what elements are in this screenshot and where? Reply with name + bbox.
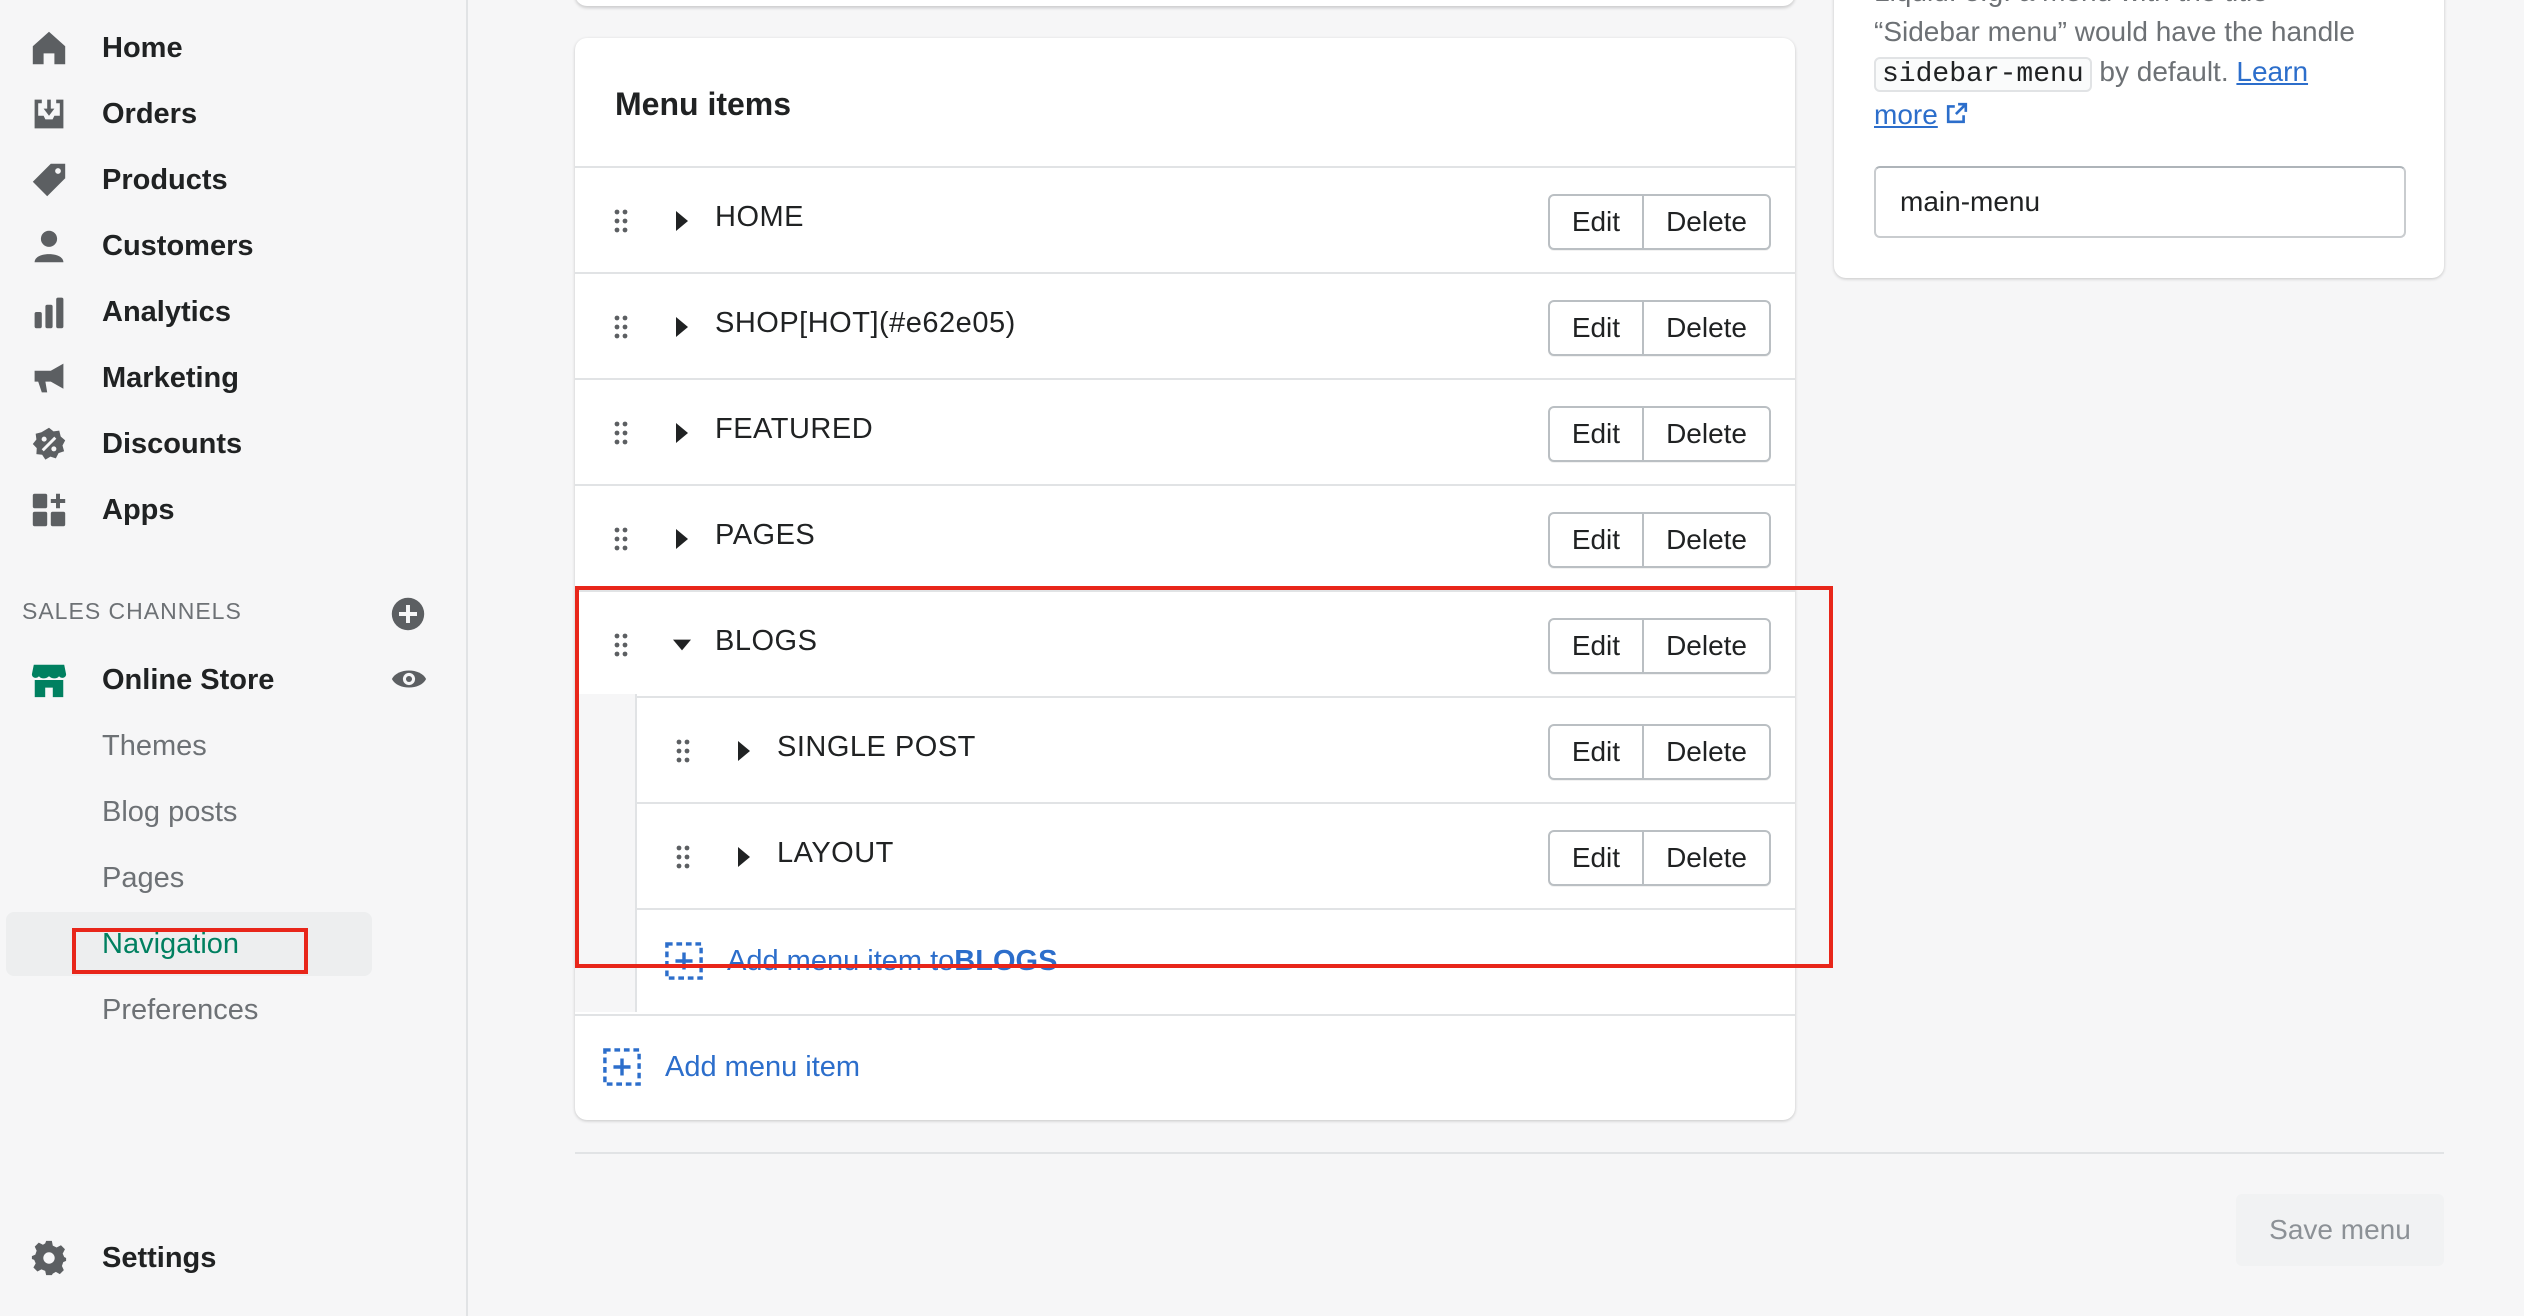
sidebar-item-marketing[interactable]: Marketing: [0, 348, 468, 408]
add-link-label: Add menu item: [665, 1050, 861, 1083]
sidebar-subitem-themes[interactable]: Themes: [102, 718, 207, 774]
help-line: more: [1874, 95, 2414, 135]
gear-icon: [28, 1237, 70, 1279]
previous-card-edge: [575, 0, 1795, 6]
sidebar-subitem-pages[interactable]: Pages: [102, 850, 184, 906]
tag-icon: [28, 159, 70, 201]
sidebar-item-home[interactable]: Home: [0, 18, 468, 78]
menu-item-row-pages: PAGES Edit Delete: [575, 484, 1795, 590]
sidebar: Home Orders Products Customers Analytics…: [0, 0, 468, 1316]
sidebar-item-label: Customers: [102, 229, 254, 262]
handle-example-code: sidebar-menu: [1874, 57, 2092, 92]
caret-right-icon[interactable]: [673, 314, 691, 340]
sidebar-item-analytics[interactable]: Analytics: [0, 282, 468, 342]
person-icon: [28, 225, 70, 267]
sidebar-item-customers[interactable]: Customers: [0, 216, 468, 276]
sidebar-item-label: Apps: [102, 493, 175, 526]
drag-handle-icon[interactable]: [613, 208, 629, 234]
discount-icon: [28, 423, 70, 465]
delete-button[interactable]: Delete: [1642, 514, 1769, 566]
sidebar-item-label: Marketing: [102, 361, 239, 394]
sidebar-item-discounts[interactable]: Discounts: [0, 414, 468, 474]
menu-item-label: FEATURED: [715, 413, 874, 445]
learn-more-link[interactable]: more: [1874, 99, 1938, 130]
sidebar-subitem-blog-posts[interactable]: Blog posts: [102, 784, 237, 840]
eye-icon[interactable]: [390, 660, 428, 698]
sidebar-subitem-preferences[interactable]: Preferences: [102, 982, 258, 1038]
save-menu-button[interactable]: Save menu: [2236, 1194, 2444, 1266]
sidebar-item-label: Orders: [102, 97, 198, 130]
sidebar-item-products[interactable]: Products: [0, 150, 468, 210]
sidebar-item-settings[interactable]: Settings: [0, 1228, 468, 1288]
add-circle-icon[interactable]: [390, 596, 426, 632]
caret-right-icon[interactable]: [673, 420, 691, 446]
help-line: “Sidebar menu” would have the handle: [1874, 16, 2355, 47]
menu-item-row-home: HOME Edit Delete: [575, 166, 1795, 272]
footer-divider: [575, 1152, 2444, 1154]
help-text-fragment: by default.: [2091, 56, 2237, 87]
menu-item-label: HOME: [715, 201, 804, 233]
menu-item-row-shop: SHOP[HOT](#e62e05) Edit Delete: [575, 272, 1795, 378]
add-menu-item-row: Add menu item: [575, 1014, 1795, 1120]
home-icon: [28, 27, 70, 69]
sales-channels-header: SALES CHANNELS: [22, 598, 242, 624]
help-line: sidebar-menu by default. Learn: [1874, 52, 2414, 95]
sidebar-item-orders[interactable]: Orders: [0, 84, 468, 144]
sidebar-item-label: Products: [102, 163, 228, 196]
external-link-icon: [1946, 99, 1968, 130]
caret-right-icon[interactable]: [673, 208, 691, 234]
bar-chart-icon: [28, 291, 70, 333]
add-menu-item-link[interactable]: Add menu item: [603, 1048, 860, 1086]
item-actions: Edit Delete: [1547, 194, 1771, 250]
caret-right-icon[interactable]: [673, 526, 691, 552]
navigation-highlight-box: [72, 928, 308, 974]
delete-button[interactable]: Delete: [1642, 302, 1769, 354]
edit-button[interactable]: Edit: [1549, 302, 1643, 354]
drag-handle-icon[interactable]: [613, 526, 629, 552]
handle-help-text: Liquid. e.g. a menu with the title “Side…: [1874, 0, 2414, 135]
store-icon: [28, 659, 70, 701]
delete-button[interactable]: Delete: [1642, 408, 1769, 460]
sidebar-item-apps[interactable]: Apps: [0, 480, 468, 540]
menu-item-label: PAGES: [715, 519, 816, 551]
drag-handle-icon[interactable]: [613, 420, 629, 446]
item-actions: Edit Delete: [1547, 406, 1771, 462]
edit-button[interactable]: Edit: [1549, 408, 1643, 460]
sidebar-item-label: Analytics: [102, 295, 231, 328]
delete-button[interactable]: Delete: [1642, 196, 1769, 248]
megaphone-icon: [28, 357, 70, 399]
item-actions: Edit Delete: [1547, 512, 1771, 568]
edit-button[interactable]: Edit: [1549, 196, 1643, 248]
sidebar-item-label: Home: [102, 31, 183, 64]
handle-card: Liquid. e.g. a menu with the title “Side…: [1834, 0, 2444, 278]
drag-handle-icon[interactable]: [613, 314, 629, 340]
learn-more-link[interactable]: Learn: [2236, 56, 2308, 87]
handle-input[interactable]: [1874, 166, 2406, 238]
add-item-icon: [603, 1048, 641, 1086]
help-line: Liquid. e.g. a menu with the title: [1874, 0, 2414, 12]
item-actions: Edit Delete: [1547, 300, 1771, 356]
card-title: Menu items: [615, 86, 792, 122]
sidebar-item-label: Settings: [102, 1241, 217, 1274]
orders-icon: [28, 93, 70, 135]
menu-item-row-featured: FEATURED Edit Delete: [575, 378, 1795, 484]
edit-button[interactable]: Edit: [1549, 514, 1643, 566]
sidebar-item-label: Discounts: [102, 427, 243, 460]
sidebar-item-label: Online Store: [102, 663, 275, 696]
apps-icon: [28, 489, 70, 531]
blogs-highlight-box: [575, 586, 1833, 968]
menu-item-label: SHOP[HOT](#e62e05): [715, 307, 1016, 339]
